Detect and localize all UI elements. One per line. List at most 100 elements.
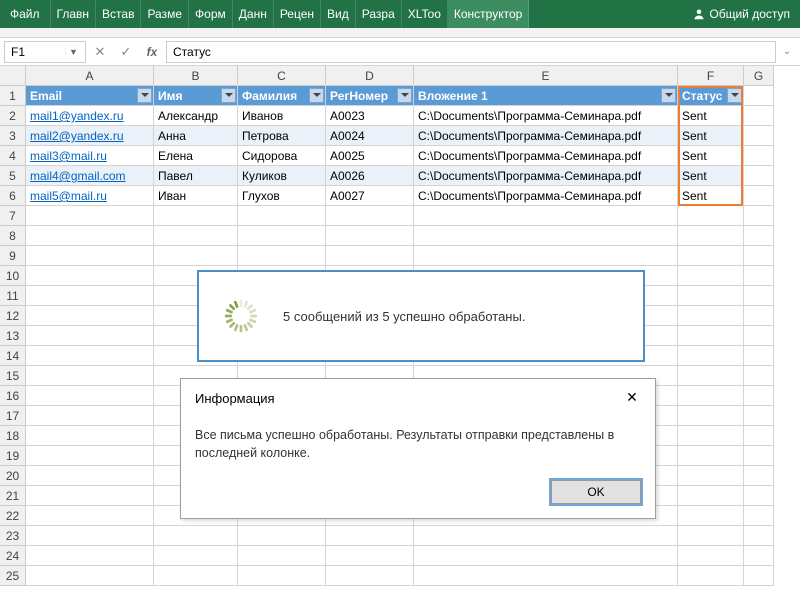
ribbon-tab[interactable]: Форм: [189, 0, 233, 28]
row-header[interactable]: 6: [0, 186, 26, 206]
filter-dropdown-icon[interactable]: [661, 88, 676, 103]
cell-status[interactable]: Sent: [678, 166, 744, 186]
cell[interactable]: [26, 406, 154, 426]
fx-icon[interactable]: fx: [140, 41, 164, 63]
cell[interactable]: [326, 566, 414, 586]
table-header[interactable]: РегНомер: [326, 86, 414, 106]
cell[interactable]: [678, 506, 744, 526]
cell-status[interactable]: Sent: [678, 106, 744, 126]
cell-status[interactable]: Sent: [678, 146, 744, 166]
cell[interactable]: [26, 386, 154, 406]
cell[interactable]: [154, 546, 238, 566]
cell[interactable]: [744, 326, 774, 346]
cell[interactable]: [744, 186, 774, 206]
row-header[interactable]: 20: [0, 466, 26, 486]
cell-status[interactable]: Sent: [678, 126, 744, 146]
cell[interactable]: [414, 206, 678, 226]
cell[interactable]: [154, 526, 238, 546]
cell[interactable]: [26, 506, 154, 526]
cell[interactable]: [744, 386, 774, 406]
name-box-input[interactable]: [5, 45, 65, 59]
ribbon-tab[interactable]: Рецен: [274, 0, 321, 28]
column-header[interactable]: E: [414, 66, 678, 86]
cell[interactable]: [26, 546, 154, 566]
row-header[interactable]: 18: [0, 426, 26, 446]
cell[interactable]: [326, 246, 414, 266]
cell[interactable]: [238, 526, 326, 546]
cell[interactable]: [154, 566, 238, 586]
cell[interactable]: [26, 266, 154, 286]
cell[interactable]: [678, 446, 744, 466]
cell[interactable]: [744, 446, 774, 466]
cell[interactable]: [744, 346, 774, 366]
cell[interactable]: [154, 226, 238, 246]
ribbon-tab[interactable]: Разра: [356, 0, 402, 28]
cell[interactable]: [26, 366, 154, 386]
ribbon-tab[interactable]: Встав: [96, 0, 141, 28]
row-header[interactable]: 8: [0, 226, 26, 246]
column-header[interactable]: F: [678, 66, 744, 86]
cell[interactable]: [678, 526, 744, 546]
cell[interactable]: [744, 246, 774, 266]
row-header[interactable]: 11: [0, 286, 26, 306]
cell-reg[interactable]: A0027: [326, 186, 414, 206]
cell-name[interactable]: Елена: [154, 146, 238, 166]
cell[interactable]: [744, 166, 774, 186]
cell[interactable]: [238, 226, 326, 246]
cell-attach[interactable]: C:\Documents\Программа-Семинара.pdf: [414, 106, 678, 126]
share-button[interactable]: Общий доступ: [683, 0, 800, 28]
cell[interactable]: [744, 566, 774, 586]
cell-surname[interactable]: Куликов: [238, 166, 326, 186]
row-header[interactable]: 24: [0, 546, 26, 566]
cell[interactable]: [414, 226, 678, 246]
select-all-corner[interactable]: [0, 66, 26, 86]
ok-button[interactable]: OK: [551, 480, 641, 504]
cell[interactable]: [678, 466, 744, 486]
cell[interactable]: [678, 206, 744, 226]
cell[interactable]: [238, 566, 326, 586]
cell[interactable]: [744, 366, 774, 386]
cell-attach[interactable]: C:\Documents\Программа-Семинара.pdf: [414, 186, 678, 206]
cell[interactable]: [744, 206, 774, 226]
cell[interactable]: [238, 246, 326, 266]
name-box-dropdown-icon[interactable]: ▼: [65, 47, 81, 57]
ribbon-tab[interactable]: Разме: [141, 0, 189, 28]
row-header[interactable]: 25: [0, 566, 26, 586]
ribbon-tab[interactable]: Конструктор: [448, 0, 529, 28]
cell-reg[interactable]: A0026: [326, 166, 414, 186]
row-header[interactable]: 19: [0, 446, 26, 466]
cell[interactable]: [678, 366, 744, 386]
cell-surname[interactable]: Иванов: [238, 106, 326, 126]
column-header[interactable]: B: [154, 66, 238, 86]
cell[interactable]: [26, 426, 154, 446]
cell-surname[interactable]: Петрова: [238, 126, 326, 146]
row-header[interactable]: 21: [0, 486, 26, 506]
ribbon-tab[interactable]: Данн: [233, 0, 274, 28]
cell[interactable]: [678, 426, 744, 446]
row-header[interactable]: 14: [0, 346, 26, 366]
filter-dropdown-icon[interactable]: [309, 88, 324, 103]
row-header[interactable]: 2: [0, 106, 26, 126]
filter-dropdown-icon[interactable]: [397, 88, 412, 103]
enter-icon[interactable]: ✓: [114, 41, 138, 63]
cell[interactable]: [26, 246, 154, 266]
cell-attach[interactable]: C:\Documents\Программа-Семинара.pdf: [414, 166, 678, 186]
table-header[interactable]: Вложение 1: [414, 86, 678, 106]
row-header[interactable]: 10: [0, 266, 26, 286]
row-header[interactable]: 16: [0, 386, 26, 406]
cell[interactable]: [678, 266, 744, 286]
cell-email[interactable]: mail5@mail.ru: [26, 186, 154, 206]
cell-email[interactable]: mail2@yandex.ru: [26, 126, 154, 146]
formula-input[interactable]: [166, 41, 776, 63]
table-header[interactable]: Статус: [678, 86, 744, 106]
cell[interactable]: [414, 526, 678, 546]
cell-name[interactable]: Александр: [154, 106, 238, 126]
row-header[interactable]: 7: [0, 206, 26, 226]
cancel-icon[interactable]: ✕: [88, 41, 112, 63]
cell[interactable]: [26, 526, 154, 546]
cell-name[interactable]: Анна: [154, 126, 238, 146]
cell-status[interactable]: Sent: [678, 186, 744, 206]
cell[interactable]: [414, 566, 678, 586]
row-header[interactable]: 13: [0, 326, 26, 346]
filter-dropdown-icon[interactable]: [727, 88, 742, 103]
